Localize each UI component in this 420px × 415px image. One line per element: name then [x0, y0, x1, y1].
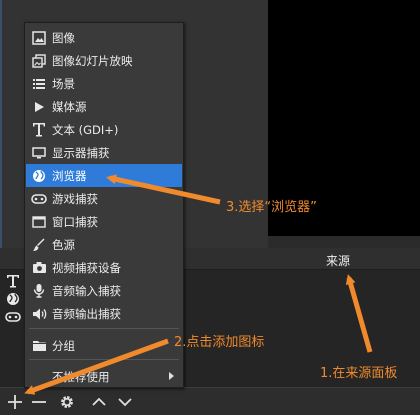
menu-item-label: 游戏捕获 [52, 191, 98, 206]
menu-item-group[interactable]: 分组 [26, 334, 182, 357]
monitor-icon [26, 146, 52, 160]
menu-item-slideshow[interactable]: 图像幻灯片放映 [26, 49, 182, 72]
menu-item-scene[interactable]: 场景 [26, 72, 182, 95]
preview-gap [268, 236, 420, 248]
text-source-icon[interactable] [4, 272, 22, 290]
menu-item-audio-input-capture[interactable]: 音频输入捕获 [26, 279, 182, 302]
camera-icon [26, 261, 52, 274]
menu-item-text[interactable]: 文本 (GDI+) [26, 118, 182, 141]
play-icon [26, 100, 52, 114]
game-source-icon[interactable] [4, 308, 22, 326]
menu-item-game-capture[interactable]: 游戏捕获 [26, 187, 182, 210]
menu-item-deprecated[interactable]: 不推荐使用 [26, 365, 182, 388]
speaker-icon [26, 307, 52, 321]
window-icon [26, 215, 52, 229]
sources-panel-title: 来源 [325, 254, 350, 268]
menu-item-label: 显示器捕获 [52, 145, 110, 160]
move-up-button[interactable] [88, 388, 110, 415]
menu-item-image[interactable]: 图像 [26, 26, 182, 49]
menu-item-label: 音频输入捕获 [52, 283, 121, 298]
menu-item-label: 浏览器 [52, 168, 87, 183]
menu-item-window-capture[interactable]: 窗口捕获 [26, 210, 182, 233]
menu-separator [29, 328, 179, 329]
menu-item-label: 图像 [52, 30, 75, 45]
menu-item-label: 色源 [52, 237, 75, 252]
folder-icon [26, 339, 52, 352]
image-icon [26, 30, 52, 45]
menu-item-display-capture[interactable]: 显示器捕获 [26, 141, 182, 164]
browser-source-icon[interactable] [4, 290, 22, 308]
slideshow-icon [26, 53, 52, 68]
menu-item-browser[interactable]: 浏览器 [26, 164, 182, 187]
menu-item-label: 音频输出捕获 [52, 306, 121, 321]
microphone-icon [26, 283, 52, 298]
globe-icon [26, 169, 52, 183]
menu-item-label: 分组 [52, 338, 75, 353]
brush-icon [26, 238, 52, 252]
chevron-up-icon [92, 397, 106, 406]
menu-item-video-capture[interactable]: 视频捕获设备 [26, 256, 182, 279]
annotation-step3: 3.选择“浏览器” [226, 200, 317, 215]
sources-list [4, 272, 22, 326]
menu-item-label: 图像幻灯片放映 [52, 53, 133, 68]
menu-item-label: 不推荐使用 [52, 369, 110, 384]
menu-item-label: 窗口捕获 [52, 214, 98, 229]
menu-separator [29, 359, 179, 360]
menu-item-color-source[interactable]: 色源 [26, 233, 182, 256]
add-source-menu: 图像 图像幻灯片放映 场景 媒体源 文本 (GDI+) 显示器捕获 浏览器 游戏… [24, 22, 184, 388]
annotation-step1: 1.在来源面板 [320, 366, 398, 381]
menu-item-label: 文本 (GDI+) [52, 122, 119, 137]
source-properties-button[interactable] [56, 388, 78, 415]
menu-item-media-source[interactable]: 媒体源 [26, 95, 182, 118]
remove-source-button[interactable] [28, 388, 50, 415]
gear-icon [61, 396, 73, 408]
menu-item-label: 媒体源 [52, 99, 87, 114]
menu-item-label: 场景 [52, 76, 75, 91]
add-source-button[interactable] [4, 388, 26, 415]
minus-icon [32, 401, 46, 403]
plus-icon [8, 395, 22, 409]
chevron-down-icon [118, 398, 132, 407]
scene-list-icon [26, 77, 52, 91]
gamepad-icon [26, 193, 52, 205]
menu-item-label: 视频捕获设备 [52, 260, 121, 275]
move-down-button[interactable] [114, 388, 136, 415]
annotation-step2: 2.点击添加图标 [174, 335, 265, 350]
submenu-arrow-icon [169, 372, 174, 380]
text-icon [26, 122, 52, 137]
sources-toolbar [0, 387, 420, 415]
panel-edge [0, 0, 2, 248]
menu-item-audio-output-capture[interactable]: 音频输出捕获 [26, 302, 182, 325]
